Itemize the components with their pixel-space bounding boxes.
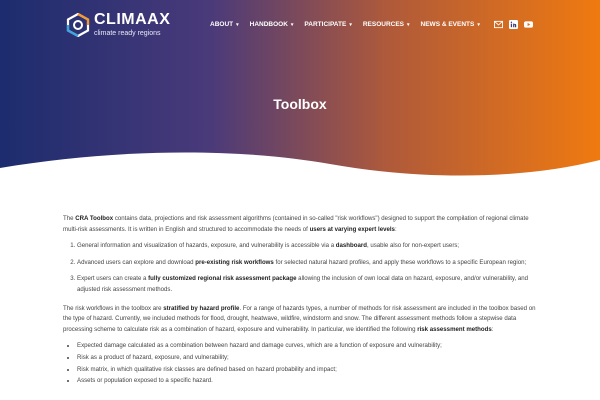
linkedin-icon[interactable] [509,20,518,29]
top-navigation-bar: CLIMAAX climate ready regions ABOUT ▾ HA… [0,0,600,52]
chevron-down-icon: ▾ [407,21,410,28]
text: : [491,325,494,333]
bold-text: risk assessment methods [417,325,492,333]
list-item: Advanced users can explore and download … [77,258,543,269]
text: contains data, projections and risk asse… [63,215,529,233]
nav-item-label: NEWS & EVENTS [420,21,475,28]
nav-item-resources[interactable]: RESOURCES ▾ [363,21,410,28]
nav-item-handbook[interactable]: HANDBOOK ▾ [250,21,294,28]
hero-wave-divider [0,152,600,200]
nav-item-label: PARTICIPATE [304,21,347,28]
logo-hexagon-icon [66,12,90,37]
site-logo[interactable]: CLIMAAX climate ready regions [66,12,170,37]
text: : [394,225,397,233]
text: Advanced users can explore and download [77,258,196,266]
text: for selected natural hazard profiles, an… [273,258,527,266]
social-links [494,20,539,29]
list-item: General information and visualization of… [77,241,543,252]
bold-text: stratified by hazard profile [163,304,240,312]
list-item: Risk as a product of hazard, exposure, a… [77,353,543,364]
text: The [63,215,76,222]
mail-icon[interactable] [494,20,503,29]
nav-item-label: ABOUT [210,21,234,28]
chevron-down-icon: ▾ [236,21,239,28]
nav-item-label: RESOURCES [362,21,405,28]
bold-text: CRA Toolbox [75,215,114,222]
user-levels-list: General information and visualization of… [77,241,543,295]
bold-text: users at varying expert levels [309,225,395,233]
nav-item-news-events[interactable]: NEWS & EVENTS ▾ [421,21,480,28]
logo-text: CLIMAAX climate ready regions [94,11,171,38]
list-item: Assets or population exposed to a specif… [77,376,543,387]
nav-item-participate[interactable]: PARTICIPATE ▾ [304,21,351,28]
bold-text: pre-existing risk workflows [195,258,274,266]
methods-paragraph: The risk workflows in the toolbox are st… [63,304,543,336]
page-title: Toolbox [273,96,327,112]
brand-name: CLIMAAX [94,11,171,28]
chevron-down-icon: ▾ [349,21,352,28]
brand-tagline: climate ready regions [94,30,161,37]
methods-list: Expected damage calculated as a combinat… [77,341,543,386]
bold-text: fully customized regional risk assessmen… [148,275,297,283]
list-item: Expected damage calculated as a combinat… [77,341,543,352]
chevron-down-icon: ▾ [477,21,480,28]
intro-paragraph: The CRA Toolbox contains data, projectio… [63,214,543,235]
chevron-down-icon: ▾ [290,21,294,28]
list-item: Risk matrix, in which qualitative risk c… [77,365,543,376]
text: The risk workflows in the toolbox are [63,304,164,312]
youtube-icon[interactable] [524,20,533,29]
text: , usable also for non-expert users; [366,242,460,250]
text: Expert users can create a [77,275,149,283]
list-item: Expert users can create a fully customiz… [77,274,543,295]
nav-item-about[interactable]: ABOUT ▾ [210,21,239,28]
bold-text: dashboard [335,242,367,250]
text: General information and visualization of… [77,242,336,250]
nav-item-label: HANDBOOK [249,21,288,28]
main-nav: ABOUT ▾ HANDBOOK ▾ PARTICIPATE ▾ RESOURC… [210,21,491,28]
page-content: The CRA Toolbox contains data, projectio… [63,214,543,395]
